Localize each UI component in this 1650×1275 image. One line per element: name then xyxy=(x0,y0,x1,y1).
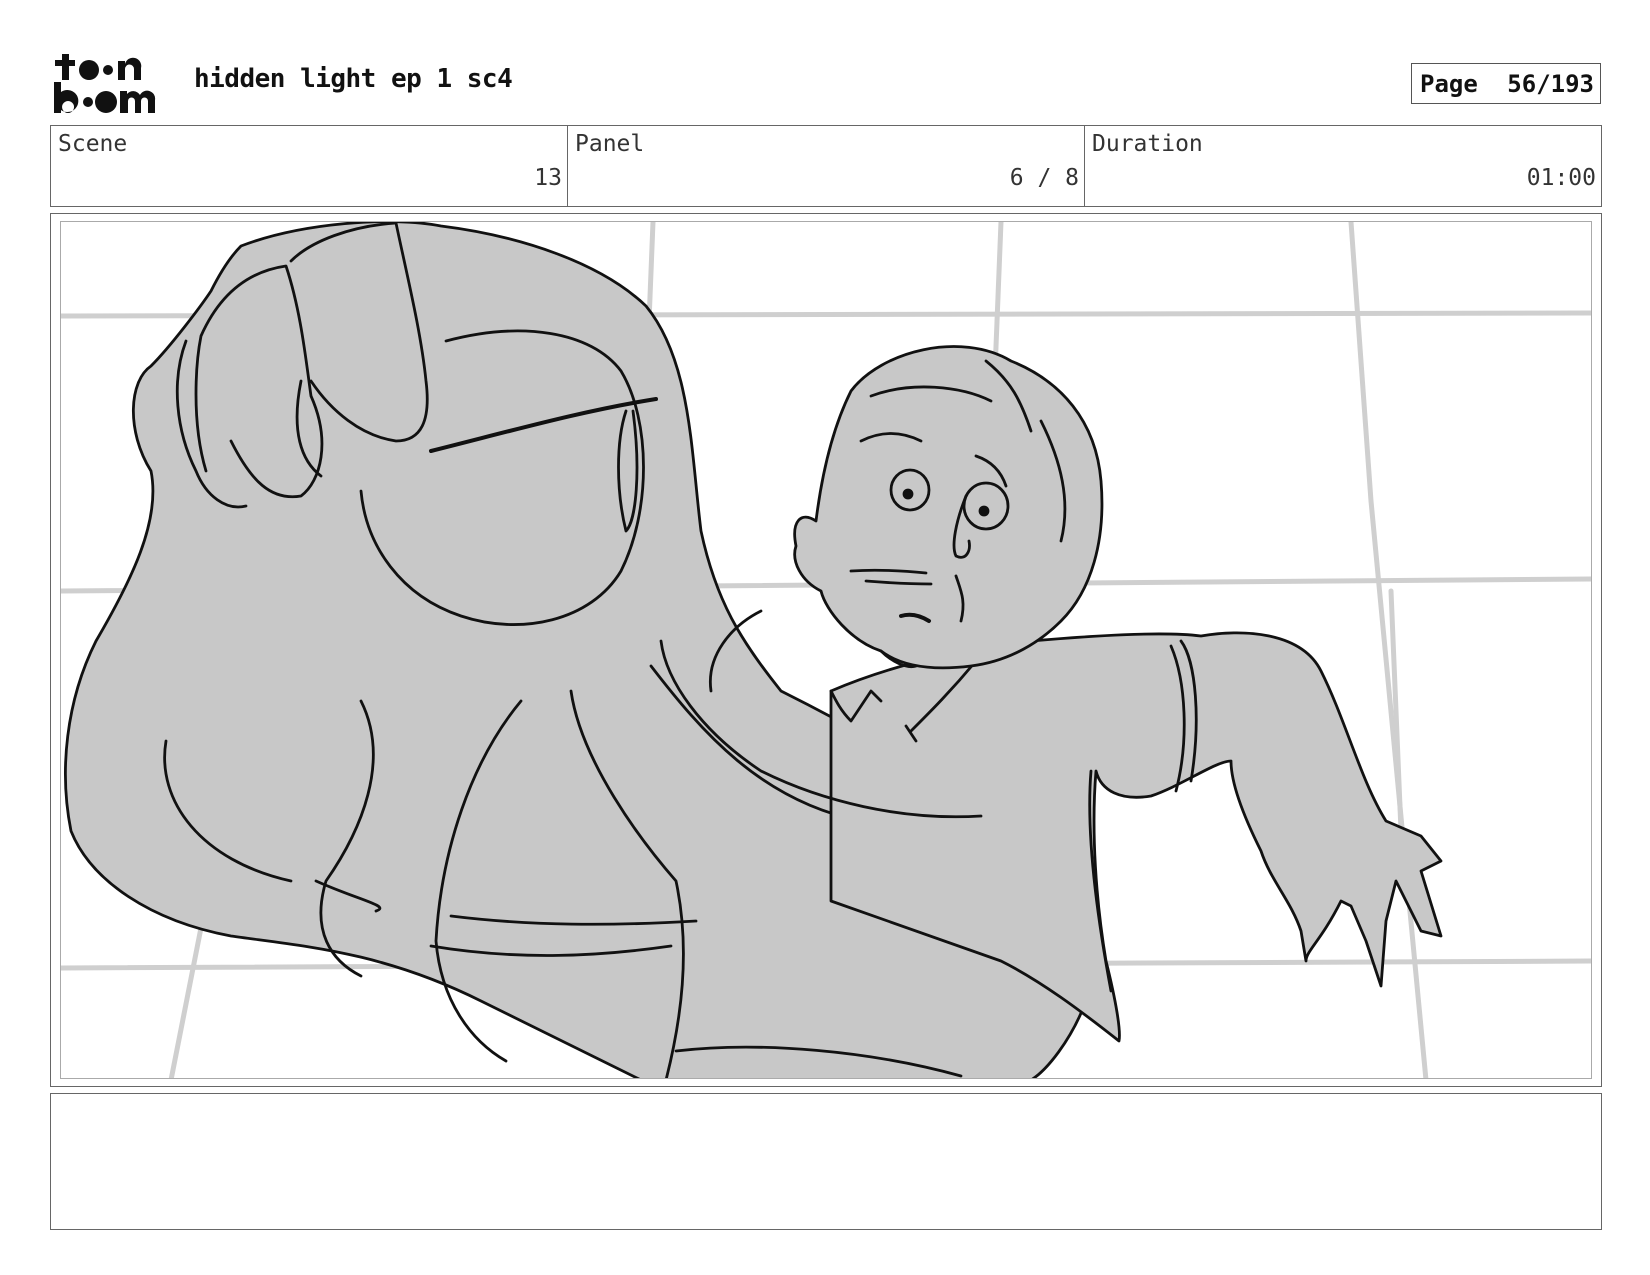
panel-cell: Panel 6 / 8 xyxy=(568,126,1085,206)
scene-cell: Scene 13 xyxy=(51,126,568,206)
scene-value: 13 xyxy=(534,165,562,191)
duration-value: 01:00 xyxy=(1526,165,1596,191)
page-label: Page xyxy=(1420,69,1478,98)
page-indicator: Page 56/193 xyxy=(1411,63,1601,104)
panel-label: Panel xyxy=(575,131,645,157)
scene-label: Scene xyxy=(58,131,128,157)
notes-box xyxy=(50,1093,1602,1230)
panel-info-row: Scene 13 Panel 6 / 8 Duration 01:00 xyxy=(50,125,1602,207)
toonboom-logo xyxy=(54,54,156,113)
panel-value: 6 / 8 xyxy=(1009,165,1079,191)
storyboard-drawing xyxy=(60,221,1592,1079)
duration-cell: Duration 01:00 xyxy=(1085,126,1601,206)
duration-label: Duration xyxy=(1092,131,1203,157)
page-number: 56/193 xyxy=(1507,69,1594,98)
document-title: hidden light ep 1 sc4 xyxy=(194,64,513,94)
